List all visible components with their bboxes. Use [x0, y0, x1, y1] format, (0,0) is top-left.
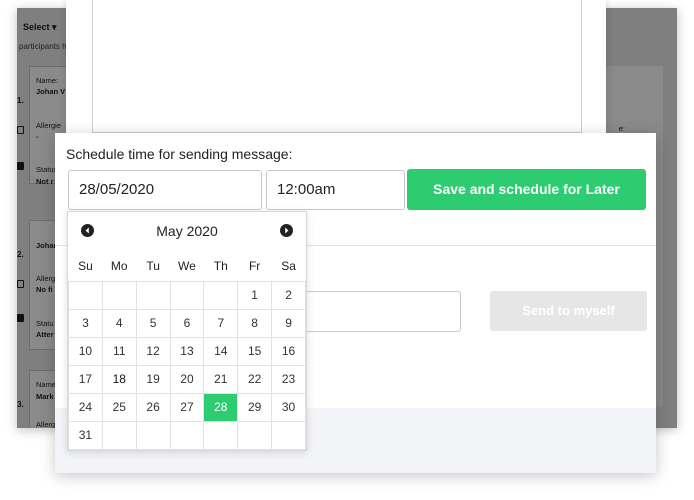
- calendar-day[interactable]: 21: [203, 364, 239, 394]
- calendar-day[interactable]: 22: [237, 364, 273, 394]
- status-label: Statu: [36, 319, 54, 328]
- screen: Select ▾ participants ha 1. Name: Johan …: [0, 0, 694, 500]
- trash-icon[interactable]: [17, 314, 24, 322]
- next-month-button[interactable]: [280, 224, 293, 237]
- calendar-day[interactable]: 13: [169, 336, 205, 366]
- calendar-week-row: 17 18 19 20 21 22 23: [68, 364, 306, 394]
- weekday-label: Mo: [110, 259, 128, 274]
- calendar-header: May 2020: [68, 212, 306, 248]
- calendar-empty-cell: [271, 420, 306, 450]
- edit-icon[interactable]: [17, 126, 24, 134]
- calendar-empty-cell: [169, 280, 205, 310]
- participants-text: participants ha: [19, 42, 72, 51]
- calendar-day[interactable]: 5: [135, 308, 171, 338]
- calendar-week-row: 10 11 12 13 14 15 16: [68, 336, 306, 366]
- calendar-day[interactable]: 26: [135, 392, 171, 422]
- send-to-myself-button[interactable]: Send to myself: [490, 291, 647, 331]
- calendar-day[interactable]: 17: [68, 364, 103, 394]
- weekday-row: Su Mo Tu We Th Fr Sa: [69, 252, 306, 281]
- participant-number: 2.: [17, 250, 24, 259]
- message-textarea[interactable]: [92, 0, 582, 133]
- calendar-empty-cell: [203, 420, 239, 450]
- calendar-grid: Su Mo Tu We Th Fr Sa 1 2 3 4 5 6 7 8 9 10 11 12 13 14…: [68, 252, 306, 450]
- calendar-empty-cell: [135, 420, 171, 450]
- calendar-day-selected[interactable]: 28: [203, 392, 239, 422]
- save-and-schedule-button[interactable]: Save and schedule for Later: [407, 169, 646, 210]
- date-picker: May 2020 Su Mo Tu We Th Fr Sa 1234567891…: [67, 211, 307, 451]
- status-value: Not r: [36, 177, 54, 186]
- calendar-week-row: 24 25 26 27 28 29 30: [68, 392, 306, 422]
- calendar-week-row: 31: [68, 420, 306, 450]
- calendar-empty-cell: [135, 280, 171, 310]
- calendar-week-row: 12: [68, 280, 306, 310]
- calendar-day[interactable]: 30: [271, 392, 306, 422]
- schedule-title: Schedule time for sending message:: [66, 146, 293, 162]
- calendar-day[interactable]: 2: [271, 280, 306, 310]
- calendar-empty-cell: [169, 420, 205, 450]
- weekday-label: Sa: [281, 259, 296, 274]
- calendar-day[interactable]: 3: [68, 308, 103, 338]
- weekday-label: Su: [78, 259, 93, 274]
- calendar-day[interactable]: 23: [271, 364, 306, 394]
- name-label: Name:: [36, 76, 59, 85]
- calendar-day[interactable]: 16: [271, 336, 306, 366]
- edit-icon[interactable]: [17, 280, 24, 288]
- calendar-day[interactable]: 6: [169, 308, 205, 338]
- calendar-day[interactable]: 31: [68, 420, 103, 450]
- allergies-label: Allerg: [36, 420, 56, 428]
- calendar-day[interactable]: 4: [101, 308, 137, 338]
- weekday-label: Tu: [146, 259, 160, 274]
- name-label: Name: [36, 380, 57, 389]
- calendar-empty-cell: [101, 280, 137, 310]
- participant-number: 3.: [17, 400, 24, 409]
- calendar-week-row: 3456789: [68, 308, 306, 338]
- calendar-day[interactable]: 12: [135, 336, 171, 366]
- select-dropdown[interactable]: Select ▾: [23, 22, 57, 33]
- calendar-day[interactable]: 7: [203, 308, 239, 338]
- calendar-day[interactable]: 1: [237, 280, 273, 310]
- calendar-empty-cell: [101, 420, 137, 450]
- calendar-empty-cell: [68, 280, 103, 310]
- participant-name: Johan V: [36, 87, 66, 96]
- calendar-day[interactable]: 14: [203, 336, 239, 366]
- calendar-month-label: May 2020: [156, 223, 218, 239]
- calendar-day[interactable]: 20: [169, 364, 205, 394]
- calendar-day[interactable]: 29: [237, 392, 273, 422]
- allergies-label: Allerg: [36, 274, 56, 283]
- calendar-empty-cell: [237, 420, 273, 450]
- calendar-day[interactable]: 10: [68, 336, 103, 366]
- calendar-empty-cell: [203, 280, 239, 310]
- calendar-day[interactable]: 9: [271, 308, 306, 338]
- weekday-label: We: [178, 259, 196, 274]
- participant-number: 1.: [17, 96, 24, 105]
- right-column-label: e:: [618, 124, 625, 133]
- calendar-day[interactable]: 11: [101, 336, 137, 366]
- trash-icon[interactable]: [17, 162, 24, 170]
- chevron-right-icon: [285, 227, 289, 234]
- calendar-day[interactable]: 8: [237, 308, 273, 338]
- allergies-label: Allergie: [36, 121, 62, 130]
- calendar-day[interactable]: 27: [169, 392, 205, 422]
- allergies-value: No fi: [36, 285, 53, 294]
- date-input[interactable]: 28/05/2020: [68, 170, 262, 210]
- weekday-label: Fr: [248, 259, 261, 274]
- calendar-day[interactable]: 24: [68, 392, 103, 422]
- allergies-value: -: [36, 132, 39, 141]
- calendar-day[interactable]: 18: [101, 364, 137, 394]
- participant-name: Mark: [36, 392, 54, 401]
- calendar-day[interactable]: 19: [135, 364, 171, 394]
- weekday-label: Th: [213, 259, 228, 274]
- status-value: Atter: [36, 330, 54, 339]
- calendar-day[interactable]: 25: [101, 392, 137, 422]
- time-input[interactable]: 12:00am: [266, 170, 405, 210]
- message-modal: [66, 0, 606, 133]
- calendar-day[interactable]: 15: [237, 336, 273, 366]
